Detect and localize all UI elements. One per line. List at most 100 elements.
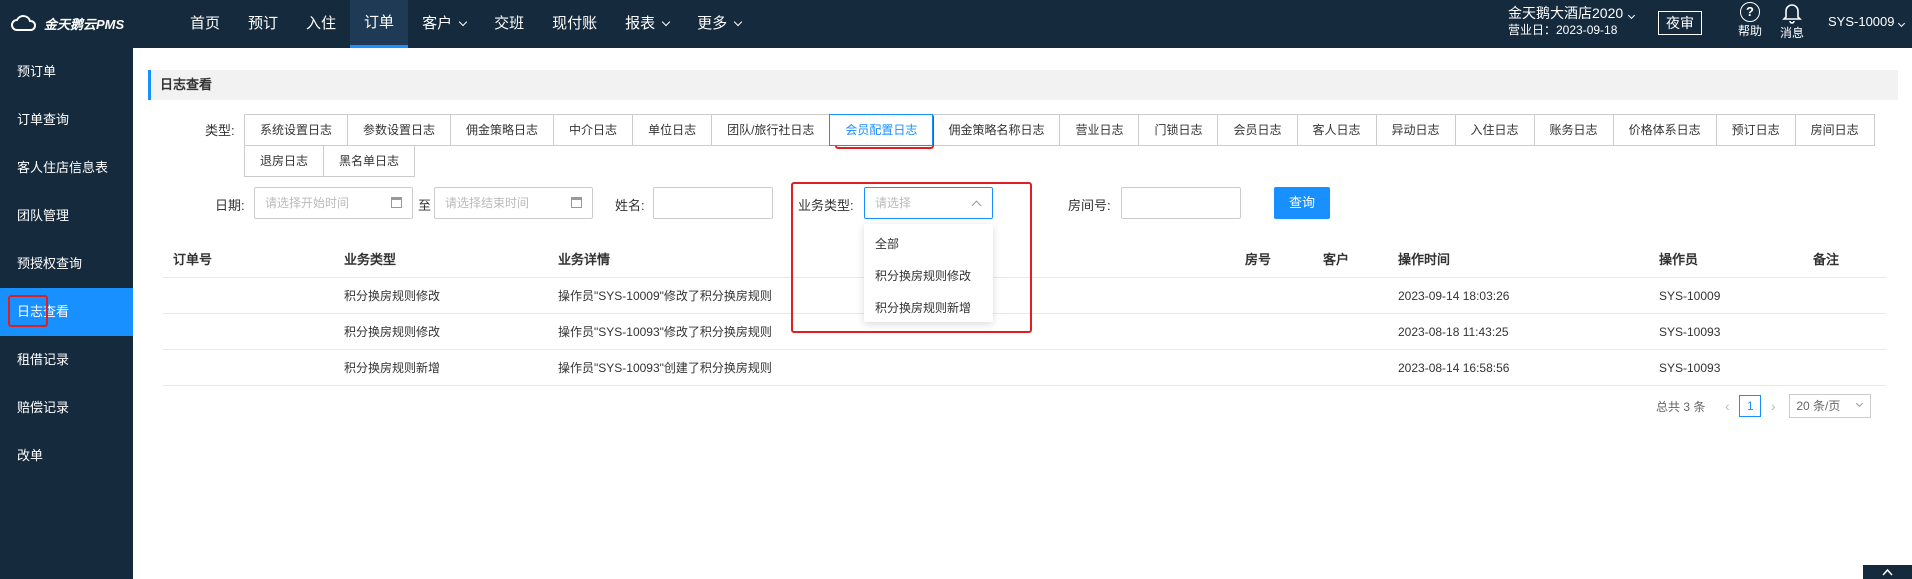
name-input[interactable] xyxy=(653,187,773,219)
type-tab[interactable]: 团队/旅行社日志 xyxy=(711,114,831,146)
type-tab[interactable]: 黑名单日志 xyxy=(323,145,416,177)
type-tab[interactable]: 佣金策略日志 xyxy=(450,114,555,146)
type-tab[interactable]: 价格体系日志 xyxy=(1612,114,1717,146)
sidebar-item-preauth[interactable]: 预授权查询 xyxy=(0,240,133,288)
sidebar-item-modify-order[interactable]: 改单 xyxy=(0,432,133,480)
room-label: 房间号: xyxy=(1068,198,1111,213)
type-tabs-row-2: 退房日志 黑名单日志 xyxy=(244,145,416,177)
type-tab-member-config[interactable]: 会员配置日志 xyxy=(829,114,934,146)
cell-biz-detail: 操作员"SYS-10009"修改了积分换房规则 xyxy=(558,289,772,303)
type-tab[interactable]: 账务日志 xyxy=(1533,114,1614,146)
cell-op-time: 2023-09-14 18:03:26 xyxy=(1398,289,1510,303)
page-number[interactable]: 1 xyxy=(1739,395,1762,417)
sidebar-item-order-query[interactable]: 订单查询 xyxy=(0,96,133,144)
night-audit-button[interactable]: 夜审 xyxy=(1658,11,1702,35)
cell-biz-type: 积分换房规则修改 xyxy=(344,289,441,303)
nav-cash-account[interactable]: 现付账 xyxy=(538,0,611,48)
type-tab[interactable]: 参数设置日志 xyxy=(347,114,452,146)
chevron-down-icon xyxy=(1856,399,1864,408)
biz-option-all[interactable]: 全部 xyxy=(864,228,993,260)
date-label: 日期: xyxy=(215,198,245,213)
type-tab[interactable]: 退房日志 xyxy=(244,145,325,177)
help-label: 帮助 xyxy=(1737,24,1762,38)
type-tab[interactable]: 会员日志 xyxy=(1217,114,1298,146)
biz-option-add[interactable]: 积分换房规则新增 xyxy=(864,292,993,324)
nav-home[interactable]: 首页 xyxy=(176,0,234,48)
log-table: 订单号 业务类型 业务详情 房号 客户 操作时间 操作员 备注 积分换房规则修改… xyxy=(163,242,1886,386)
sidebar-item-bookings[interactable]: 预订单 xyxy=(0,48,133,96)
biz-type-select[interactable]: 请选择 xyxy=(864,187,993,219)
type-tab[interactable]: 异动日志 xyxy=(1375,114,1456,146)
help-button[interactable]: ? 帮助 xyxy=(1733,2,1767,39)
type-tab[interactable]: 佣金策略名称日志 xyxy=(932,114,1061,146)
messages-label: 消息 xyxy=(1779,26,1804,40)
messages-button[interactable]: 消息 xyxy=(1775,2,1809,41)
type-tab[interactable]: 系统设置日志 xyxy=(244,114,349,146)
nav-label: 入住 xyxy=(306,15,337,32)
type-tab[interactable]: 中介日志 xyxy=(553,114,634,146)
total-count: 总共 3 条 xyxy=(1656,399,1706,414)
cell-biz-type: 积分换房规则修改 xyxy=(344,325,441,339)
nav-booking[interactable]: 预订 xyxy=(234,0,292,48)
next-page-icon[interactable]: › xyxy=(1765,398,1781,414)
main-nav: 首页 预订 入住 订单 客户 交班 现付账 报表 更多 xyxy=(176,0,755,48)
cell-operator: SYS-10093 xyxy=(1659,361,1721,375)
page-size-value: 20 条/页 xyxy=(1796,399,1841,413)
table-row[interactable]: 积分换房规则修改 操作员"SYS-10093"修改了积分换房规则 2023-08… xyxy=(163,314,1886,350)
query-button[interactable]: 查询 xyxy=(1274,187,1330,219)
cell-biz-detail: 操作员"SYS-10093"创建了积分换房规则 xyxy=(558,361,772,375)
type-tab[interactable]: 门锁日志 xyxy=(1138,114,1219,146)
page-size-select[interactable]: 20 条/页 xyxy=(1789,394,1872,418)
nav-label: 更多 xyxy=(697,15,728,32)
prev-page-icon[interactable]: ‹ xyxy=(1719,398,1735,414)
type-tab[interactable]: 单位日志 xyxy=(632,114,713,146)
user-id: SYS-10009 xyxy=(1828,14,1895,29)
room-input[interactable] xyxy=(1121,187,1241,219)
user-menu[interactable]: SYS-10009 xyxy=(1828,14,1905,29)
sidebar-item-log-view[interactable]: 日志查看 xyxy=(0,288,133,336)
table-row[interactable]: 积分换房规则修改 操作员"SYS-10009"修改了积分换房规则 2023-09… xyxy=(163,278,1886,314)
cell-biz-detail: 操作员"SYS-10093"修改了积分换房规则 xyxy=(558,325,772,339)
type-tabs-row-1: 系统设置日志 参数设置日志 佣金策略日志 中介日志 单位日志 团队/旅行社日志 … xyxy=(244,114,1875,146)
type-tab[interactable]: 营业日志 xyxy=(1059,114,1140,146)
nav-label: 客户 xyxy=(422,15,453,32)
start-date-placeholder: 请选择开始时间 xyxy=(265,196,350,210)
back-to-top-button[interactable] xyxy=(1863,565,1912,579)
app-logo[interactable]: 金天鹅云PMS xyxy=(10,13,124,33)
sidebar-item-rental[interactable]: 租借记录 xyxy=(0,336,133,384)
type-tab[interactable]: 房间日志 xyxy=(1794,114,1875,146)
nav-shift[interactable]: 交班 xyxy=(480,0,538,48)
nav-reports[interactable]: 报表 xyxy=(611,0,683,48)
nav-label: 报表 xyxy=(625,15,656,32)
end-date-input[interactable]: 请选择结束时间 xyxy=(434,187,593,219)
chevron-down-icon xyxy=(1897,19,1905,28)
app-name: 金天鹅云PMS xyxy=(44,16,125,32)
nav-orders[interactable]: 订单 xyxy=(350,0,409,48)
nav-more[interactable]: 更多 xyxy=(683,0,755,48)
biz-option-modify[interactable]: 积分换房规则修改 xyxy=(864,260,993,292)
start-date-input[interactable]: 请选择开始时间 xyxy=(254,187,413,219)
nav-customers[interactable]: 客户 xyxy=(408,0,480,48)
help-icon: ? xyxy=(1740,2,1760,22)
sidebar-item-guest-info[interactable]: 客人住店信息表 xyxy=(0,144,133,192)
chevron-down-icon xyxy=(458,17,468,27)
type-tab[interactable]: 客人日志 xyxy=(1296,114,1377,146)
type-tab[interactable]: 入住日志 xyxy=(1454,114,1535,146)
business-date: 营业日：2023-09-18 xyxy=(1508,23,1618,37)
hotel-selector[interactable]: 金天鹅大酒店2020 营业日：2023-09-18 xyxy=(1508,5,1636,39)
type-tab[interactable]: 预订日志 xyxy=(1715,114,1796,146)
biz-type-placeholder: 请选择 xyxy=(875,196,912,210)
bell-icon xyxy=(1782,4,1802,24)
pagination: 总共 3 条 ‹ 1 › 20 条/页 xyxy=(1656,394,1872,418)
sidebar-item-compensation[interactable]: 赔偿记录 xyxy=(0,384,133,432)
calendar-icon xyxy=(391,197,402,208)
col-op-time: 操作时间 xyxy=(1398,252,1451,267)
col-order-no: 订单号 xyxy=(173,252,213,267)
table-row[interactable]: 积分换房规则新增 操作员"SYS-10093"创建了积分换房规则 2023-08… xyxy=(163,350,1886,386)
col-biz-type: 业务类型 xyxy=(344,252,397,267)
col-biz-detail: 业务详情 xyxy=(558,252,611,267)
sidebar-item-team[interactable]: 团队管理 xyxy=(0,192,133,240)
nav-checkin[interactable]: 入住 xyxy=(292,0,350,48)
chevron-down-icon xyxy=(1628,11,1636,20)
nav-label: 订单 xyxy=(364,13,395,31)
